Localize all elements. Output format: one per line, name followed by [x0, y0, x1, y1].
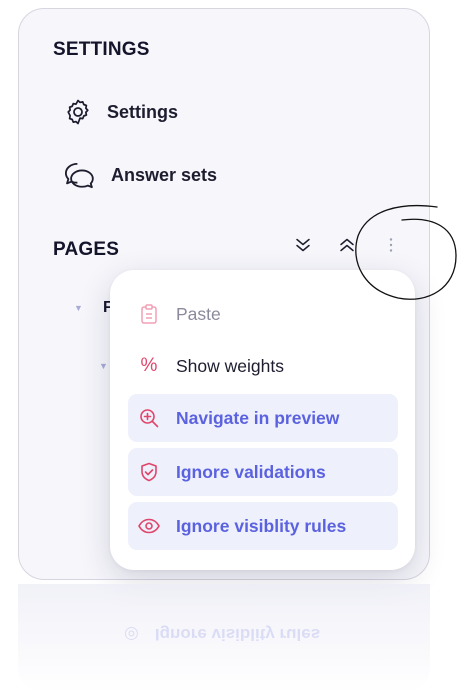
more-vertical-icon[interactable] [380, 234, 402, 256]
settings-section-title: SETTINGS [53, 39, 150, 60]
context-menu: Paste % Show weights Navigate in preview… [110, 270, 415, 570]
pages-toolbar [292, 234, 402, 256]
menu-item-paste[interactable]: Paste [128, 290, 398, 338]
pages-section-title: PAGES [53, 239, 120, 260]
reflection-gradient [18, 584, 430, 693]
menu-item-ignore-visibility-rules-label: Ignore visiblity rules [176, 515, 347, 536]
eye-icon: ◎ [124, 625, 139, 644]
reflection-label: Ignore visiblity rules [154, 625, 321, 644]
collapse-all-icon[interactable] [292, 234, 314, 256]
sidebar-item-answer-sets-label: Answer sets [111, 164, 218, 185]
sidebar-item-settings[interactable]: Settings [63, 97, 178, 127]
percent-icon: % [140, 355, 158, 376]
menu-item-navigate-in-preview-label: Navigate in preview [176, 407, 340, 428]
zoom-in-icon [138, 407, 160, 429]
chat-bubbles-icon [63, 160, 97, 190]
sidebar-item-settings-label: Settings [107, 101, 179, 122]
reflection-text: ◎ Ignore visiblity rules [124, 624, 320, 644]
panel-reflection: ◎ Ignore visiblity rules [18, 584, 430, 693]
menu-item-ignore-validations-label: Ignore validations [176, 461, 326, 482]
gear-icon [63, 97, 93, 127]
menu-item-navigate-in-preview[interactable]: Navigate in preview [128, 394, 398, 442]
menu-item-paste-label: Paste [176, 303, 221, 324]
menu-item-ignore-visibility-rules[interactable]: Ignore visiblity rules [128, 502, 398, 550]
expand-all-icon[interactable] [336, 234, 358, 256]
eye-icon [138, 515, 160, 537]
menu-item-ignore-validations[interactable]: Ignore validations [128, 448, 398, 496]
shield-check-icon [138, 461, 160, 483]
tree-caret-icon[interactable]: ▼ [99, 361, 108, 371]
menu-item-show-weights-label: Show weights [176, 355, 284, 376]
clipboard-icon [138, 303, 160, 325]
menu-item-show-weights[interactable]: % Show weights [128, 342, 398, 390]
sidebar-item-answer-sets[interactable]: Answer sets [63, 160, 217, 190]
tree-caret-icon[interactable]: ▼ [74, 303, 83, 313]
